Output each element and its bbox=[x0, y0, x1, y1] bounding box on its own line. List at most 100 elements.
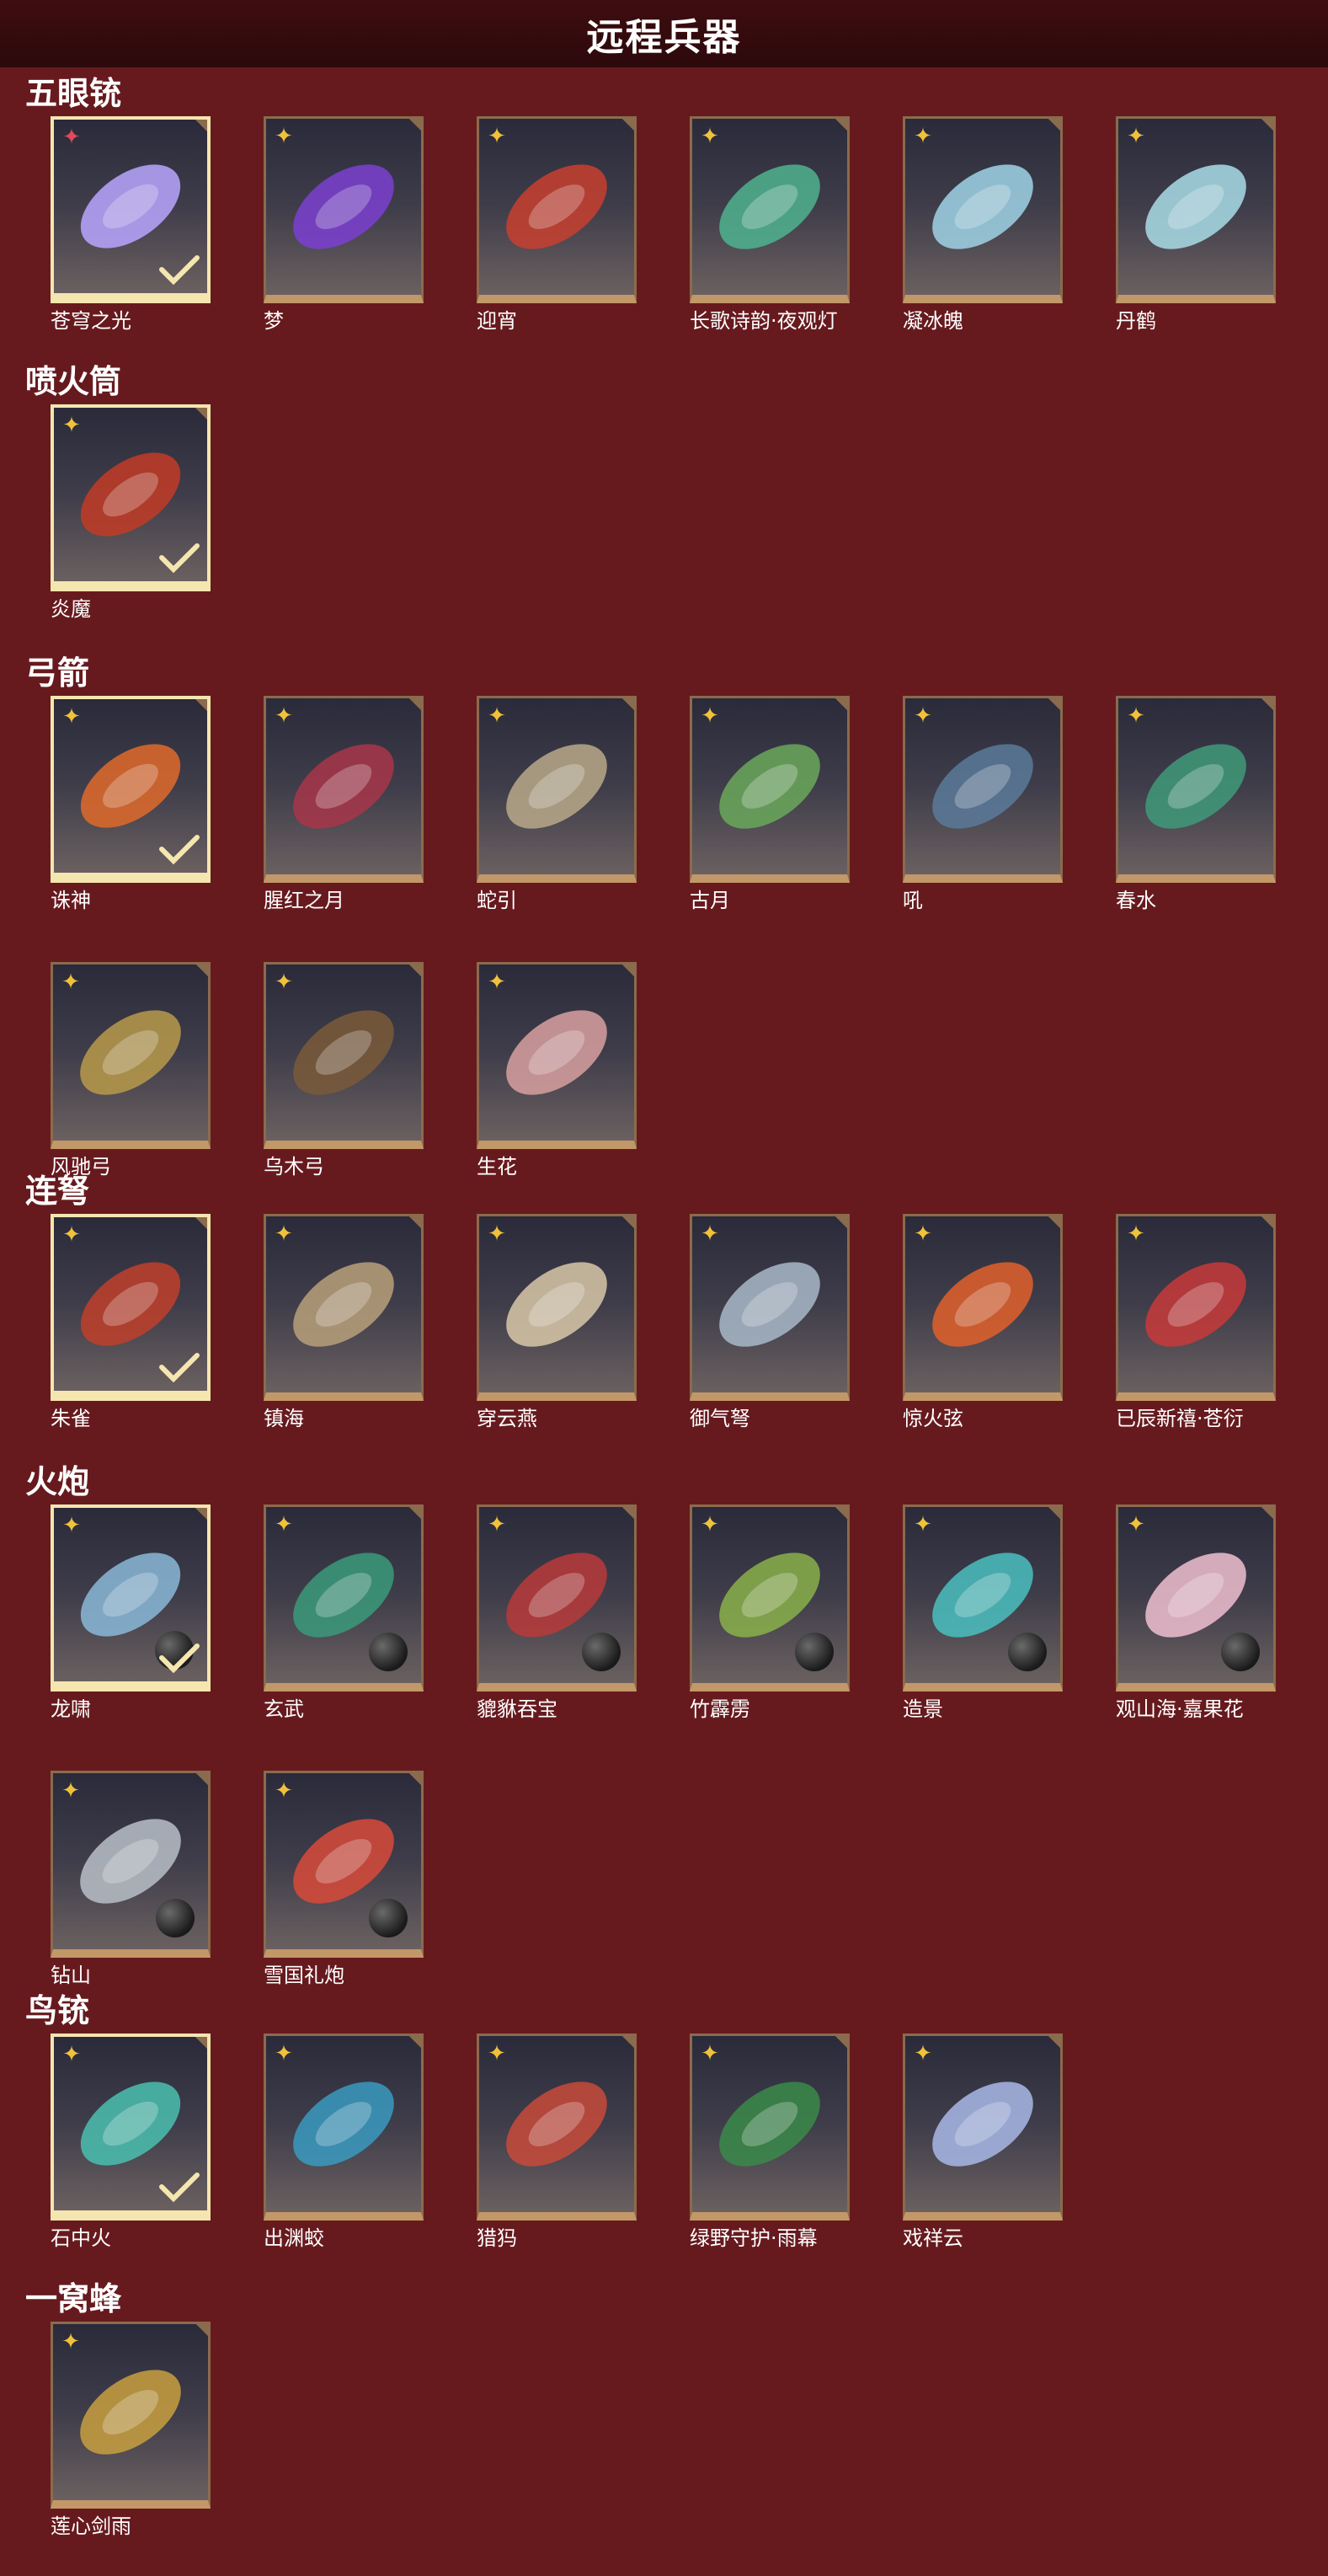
weapon-card[interactable]: ✦ bbox=[264, 1504, 424, 1692]
weapon-item[interactable]: ✦ 蛇引 bbox=[477, 696, 637, 913]
weapon-item[interactable]: ✦ 腥红之月 bbox=[264, 696, 424, 913]
weapon-card[interactable]: ✦ bbox=[903, 2034, 1063, 2221]
weapon-name: 吼 bbox=[903, 889, 923, 912]
weapon-item[interactable]: ✦ 苍穹之光 bbox=[51, 116, 211, 334]
checkmark-icon bbox=[159, 1643, 200, 1674]
weapon-card[interactable]: ✦ bbox=[690, 2034, 850, 2221]
weapon-card[interactable]: ✦ bbox=[477, 1214, 637, 1401]
weapon-item[interactable]: ✦ 戏祥云 bbox=[903, 2034, 1063, 2251]
rarity-star-icon: ✦ bbox=[1127, 1512, 1145, 1537]
weapon-card[interactable]: ✦ bbox=[264, 1214, 424, 1401]
weapon-card[interactable]: ✦ bbox=[690, 1504, 850, 1692]
weapon-card[interactable]: ✦ bbox=[903, 1504, 1063, 1692]
weapon-card[interactable]: ✦ bbox=[264, 116, 424, 303]
weapon-card[interactable]: ✦ bbox=[51, 2034, 211, 2221]
weapon-name: 戏祥云 bbox=[903, 2226, 963, 2250]
weapon-card[interactable]: ✦ bbox=[51, 1771, 211, 1958]
rarity-star-icon: ✦ bbox=[701, 1512, 719, 1537]
weapon-item[interactable]: ✦ 出渊蛟 bbox=[264, 2034, 424, 2251]
weapon-item[interactable]: ✦ 观山海·嘉果花 bbox=[1116, 1504, 1276, 1722]
weapon-card[interactable]: ✦ bbox=[264, 962, 424, 1149]
weapon-item[interactable]: ✦ 猎犸 bbox=[477, 2034, 637, 2251]
weapon-item[interactable]: ✦ 貔貅吞宝 bbox=[477, 1504, 637, 1722]
section-3: 连弩 ✦ 朱雀 ✦ 镇海 ✦ 穿云燕 ✦ 御气弩 ✦ 惊火弦 ✦ 已辰新禧·苍衍 bbox=[0, 1167, 1328, 1431]
weapon-card[interactable]: ✦ bbox=[51, 116, 211, 303]
rarity-star-icon: ✦ bbox=[275, 703, 293, 729]
checkmark-icon bbox=[159, 255, 200, 286]
section-2: 弓箭 ✦ 诛神 ✦ 腥红之月 ✦ 蛇引 ✦ 古月 ✦ 吼 ✦ 春水 ✦ 风驰弓 ✦ 乌木弓 ✦ 生花 bbox=[0, 649, 1328, 1179]
weapon-item[interactable]: ✦ 穿云燕 bbox=[477, 1214, 637, 1431]
weapon-item[interactable]: ✦ 惊火弦 bbox=[903, 1214, 1063, 1431]
weapon-item[interactable]: ✦ 莲心剑雨 bbox=[51, 2322, 211, 2539]
cannonball-icon bbox=[156, 1899, 195, 1937]
rarity-star-icon: ✦ bbox=[62, 1513, 81, 1538]
weapon-item[interactable]: ✦ 玄武 bbox=[264, 1504, 424, 1722]
weapon-item[interactable]: ✦ 梦 bbox=[264, 116, 424, 334]
weapon-item[interactable]: ✦ 御气弩 bbox=[690, 1214, 850, 1431]
weapon-card[interactable]: ✦ bbox=[264, 696, 424, 883]
weapon-item[interactable]: ✦ 迎宵 bbox=[477, 116, 637, 334]
weapon-card[interactable]: ✦ bbox=[51, 2322, 211, 2509]
weapon-card[interactable]: ✦ bbox=[477, 962, 637, 1149]
rarity-star-icon: ✦ bbox=[275, 970, 293, 995]
weapon-card[interactable]: ✦ bbox=[903, 696, 1063, 883]
weapon-item[interactable]: ✦ 乌木弓 bbox=[264, 962, 424, 1179]
weapon-item[interactable]: ✦ 诛神 bbox=[51, 696, 211, 913]
weapon-item[interactable]: ✦ 雪国礼炮 bbox=[264, 1771, 424, 1988]
weapon-card[interactable]: ✦ bbox=[264, 1771, 424, 1958]
weapon-name: 春水 bbox=[1116, 889, 1156, 912]
weapon-item[interactable]: ✦ 钻山 bbox=[51, 1771, 211, 1988]
rarity-star-icon: ✦ bbox=[62, 413, 81, 438]
weapon-name: 观山海·嘉果花 bbox=[1116, 1697, 1244, 1721]
weapon-item[interactable]: ✦ 龙啸 bbox=[51, 1504, 211, 1722]
weapon-card[interactable]: ✦ bbox=[1116, 1214, 1276, 1401]
section-title: 弓箭 bbox=[25, 655, 90, 692]
weapon-card[interactable]: ✦ bbox=[477, 1504, 637, 1692]
weapon-item[interactable]: ✦ 春水 bbox=[1116, 696, 1276, 913]
rarity-star-icon: ✦ bbox=[488, 124, 506, 149]
weapon-item[interactable]: ✦ 竹霹雳 bbox=[690, 1504, 850, 1722]
section-title: 火炮 bbox=[25, 1463, 90, 1500]
weapon-item[interactable]: ✦ 生花 bbox=[477, 962, 637, 1179]
weapon-card[interactable]: ✦ bbox=[51, 962, 211, 1149]
weapon-grid: ✦ 炎魔 bbox=[0, 404, 1328, 622]
weapon-item[interactable]: ✦ 朱雀 bbox=[51, 1214, 211, 1431]
weapon-card[interactable]: ✦ bbox=[264, 2034, 424, 2221]
weapon-card[interactable]: ✦ bbox=[1116, 116, 1276, 303]
weapon-item[interactable]: ✦ 已辰新禧·苍衍 bbox=[1116, 1214, 1276, 1431]
weapon-item[interactable]: ✦ 古月 bbox=[690, 696, 850, 913]
section-title: 五眼铳 bbox=[25, 75, 122, 112]
rarity-star-icon: ✦ bbox=[488, 970, 506, 995]
cannonball-icon bbox=[369, 1899, 408, 1937]
rarity-star-icon: ✦ bbox=[914, 703, 932, 729]
checkmark-icon bbox=[159, 2172, 200, 2203]
weapon-card[interactable]: ✦ bbox=[1116, 696, 1276, 883]
weapon-card[interactable]: ✦ bbox=[51, 1504, 211, 1692]
weapon-grid: ✦ 莲心剑雨 bbox=[0, 2322, 1328, 2539]
weapon-card[interactable]: ✦ bbox=[51, 696, 211, 883]
rarity-star-icon: ✦ bbox=[1127, 703, 1145, 729]
weapon-card[interactable]: ✦ bbox=[477, 2034, 637, 2221]
weapon-card[interactable]: ✦ bbox=[903, 116, 1063, 303]
weapon-item[interactable]: ✦ 绿野守护·雨幕 bbox=[690, 2034, 850, 2251]
rarity-star-icon: ✦ bbox=[488, 1512, 506, 1537]
weapon-item[interactable]: ✦ 造景 bbox=[903, 1504, 1063, 1722]
weapon-card[interactable]: ✦ bbox=[51, 404, 211, 591]
weapon-card[interactable]: ✦ bbox=[1116, 1504, 1276, 1692]
weapon-item[interactable]: ✦ 长歌诗韵·夜观灯 bbox=[690, 116, 850, 334]
weapon-item[interactable]: ✦ 石中火 bbox=[51, 2034, 211, 2251]
weapon-card[interactable]: ✦ bbox=[477, 116, 637, 303]
weapon-card[interactable]: ✦ bbox=[51, 1214, 211, 1401]
weapon-item[interactable]: ✦ 镇海 bbox=[264, 1214, 424, 1431]
weapon-item[interactable]: ✦ 风驰弓 bbox=[51, 962, 211, 1179]
weapon-item[interactable]: ✦ 丹鹤 bbox=[1116, 116, 1276, 334]
weapon-card[interactable]: ✦ bbox=[690, 1214, 850, 1401]
weapon-card[interactable]: ✦ bbox=[690, 116, 850, 303]
weapon-name: 凝冰魄 bbox=[903, 309, 963, 333]
weapon-card[interactable]: ✦ bbox=[690, 696, 850, 883]
weapon-item[interactable]: ✦ 凝冰魄 bbox=[903, 116, 1063, 334]
weapon-card[interactable]: ✦ bbox=[477, 696, 637, 883]
weapon-item[interactable]: ✦ 炎魔 bbox=[51, 404, 211, 622]
weapon-card[interactable]: ✦ bbox=[903, 1214, 1063, 1401]
weapon-item[interactable]: ✦ 吼 bbox=[903, 696, 1063, 913]
